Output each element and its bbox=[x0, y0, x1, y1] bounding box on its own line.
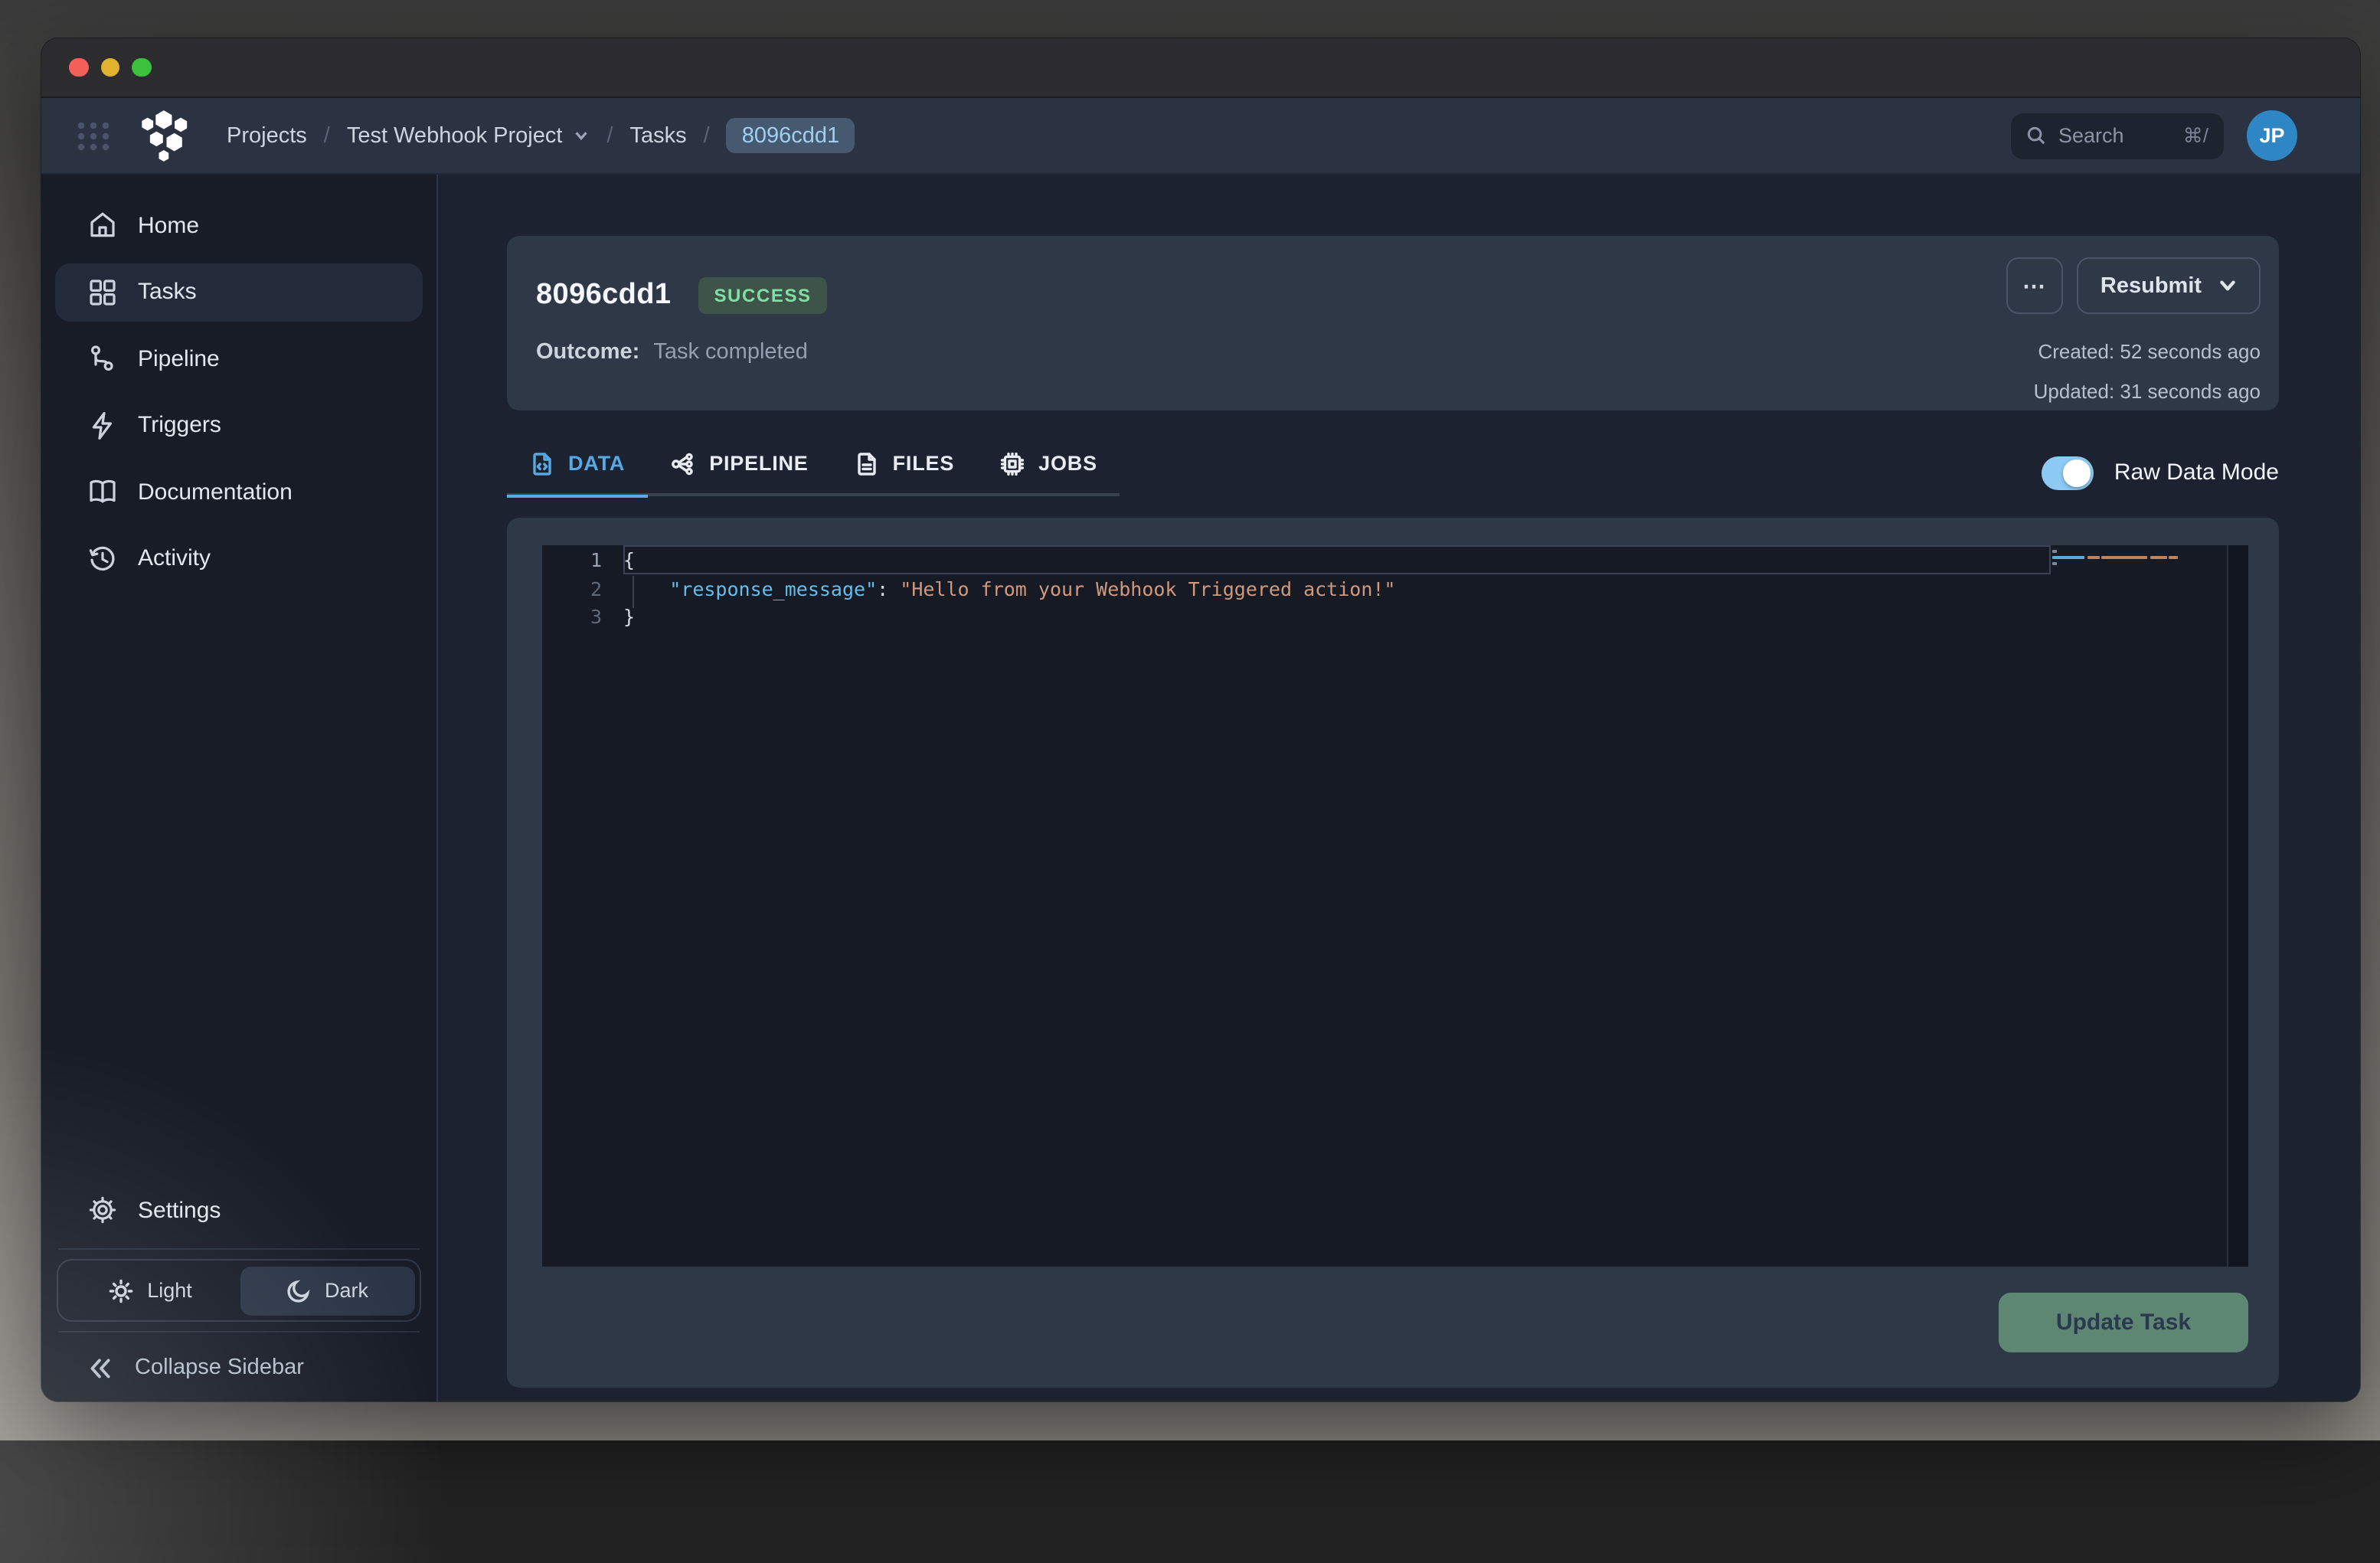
breadcrumb-separator: / bbox=[323, 123, 330, 148]
hex-cluster-logo-icon[interactable] bbox=[138, 108, 193, 163]
sidebar-item-label: Documentation bbox=[138, 479, 293, 505]
app-grid-icon[interactable] bbox=[75, 117, 112, 154]
editor-scrollbar[interactable] bbox=[2227, 545, 2248, 1267]
editor-minimap[interactable] bbox=[2048, 545, 2227, 1267]
code-line: { bbox=[623, 548, 636, 571]
updated-timestamp: Updated: 31 seconds ago bbox=[2033, 380, 2261, 403]
breadcrumb-separator: / bbox=[703, 123, 710, 148]
theme-dark-label: Dark bbox=[324, 1279, 368, 1302]
tab-label: DATA bbox=[568, 452, 626, 476]
sun-icon bbox=[109, 1278, 133, 1303]
task-header-card: 8096cdd1 SUCCESS Outcome: Task completed… bbox=[507, 236, 2279, 410]
search-box[interactable]: ⌘/ bbox=[2011, 113, 2224, 159]
cpu-chip-icon bbox=[1001, 452, 1025, 476]
sidebar-item-activity[interactable]: Activity bbox=[55, 529, 423, 587]
theme-light-label: Light bbox=[147, 1279, 192, 1302]
search-shortcut: ⌘/ bbox=[2182, 123, 2208, 146]
json-code-editor[interactable]: 1 2 3 { "response_message": "Hello from … bbox=[542, 545, 2248, 1267]
home-icon bbox=[90, 212, 115, 237]
outcome-label: Outcome: bbox=[536, 340, 640, 365]
toggle-knob bbox=[2063, 459, 2091, 486]
window-titlebar bbox=[41, 38, 2360, 98]
main-content: 8096cdd1 SUCCESS Outcome: Task completed… bbox=[438, 175, 2360, 1401]
tab-label: PIPELINE bbox=[709, 452, 809, 476]
theme-light-button[interactable]: Light bbox=[64, 1266, 237, 1315]
close-button[interactable] bbox=[69, 57, 88, 77]
sidebar-item-pipeline[interactable]: Pipeline bbox=[55, 329, 423, 387]
task-id-title: 8096cdd1 bbox=[536, 279, 672, 311]
sidebar-item-home[interactable]: Home bbox=[55, 196, 423, 254]
chevron-down-icon bbox=[575, 132, 588, 141]
sidebar-item-documentation[interactable]: Documentation bbox=[55, 463, 423, 521]
chevron-down-icon bbox=[2219, 280, 2235, 291]
tab-jobs[interactable]: JOBS bbox=[977, 446, 1120, 497]
collapse-sidebar-label: Collapse Sidebar bbox=[135, 1355, 304, 1380]
theme-dark-button[interactable]: Dark bbox=[240, 1266, 414, 1315]
line-number: 3 bbox=[590, 605, 602, 628]
top-nav: Projects / Test Webhook Project / Tasks … bbox=[41, 98, 2360, 175]
tab-label: FILES bbox=[892, 452, 955, 476]
divider bbox=[58, 1331, 420, 1332]
task-timestamps: Created: 52 seconds ago Updated: 31 seco… bbox=[2034, 332, 2261, 412]
resubmit-label: Resubmit bbox=[2100, 273, 2202, 298]
app-window: Projects / Test Webhook Project / Tasks … bbox=[41, 38, 2360, 1401]
breadcrumb-projects[interactable]: Projects bbox=[227, 123, 307, 148]
raw-data-mode-toggle[interactable] bbox=[2042, 456, 2094, 490]
pipeline-icon bbox=[90, 345, 113, 371]
sidebar-item-tasks[interactable]: Tasks bbox=[55, 263, 423, 321]
outcome-value: Task completed bbox=[653, 340, 808, 365]
breadcrumb-tasks[interactable]: Tasks bbox=[629, 123, 686, 148]
minimize-button[interactable] bbox=[100, 57, 119, 77]
tab-data[interactable]: DATA bbox=[507, 446, 649, 497]
sidebar-item-triggers[interactable]: Triggers bbox=[55, 396, 423, 454]
line-number: 2 bbox=[590, 577, 602, 600]
grid-2x2-icon bbox=[90, 279, 116, 305]
sidebar-item-label: Tasks bbox=[138, 279, 197, 305]
more-actions-button[interactable]: ⋯ bbox=[2006, 257, 2063, 314]
desktop-backdrop: Projects / Test Webhook Project / Tasks … bbox=[0, 0, 2380, 1563]
tab-files[interactable]: FILES bbox=[832, 446, 978, 497]
code-line: } bbox=[623, 605, 636, 628]
history-clock-icon bbox=[89, 545, 115, 570]
search-icon bbox=[2027, 126, 2045, 145]
sidebar-item-label: Activity bbox=[138, 545, 211, 571]
moon-icon bbox=[287, 1279, 310, 1302]
sidebar-item-settings[interactable]: Settings bbox=[55, 1181, 423, 1239]
resubmit-button[interactable]: Resubmit bbox=[2077, 257, 2261, 314]
sidebar-item-label: Pipeline bbox=[138, 345, 220, 371]
created-timestamp: Created: 52 seconds ago bbox=[2038, 340, 2261, 363]
sidebar-item-label: Settings bbox=[138, 1197, 221, 1223]
editor-gutter: 1 2 3 bbox=[542, 545, 623, 1267]
collapse-sidebar-button[interactable]: Collapse Sidebar bbox=[55, 1343, 423, 1392]
status-badge: SUCCESS bbox=[698, 277, 827, 314]
line-number: 1 bbox=[590, 548, 602, 571]
open-book-icon bbox=[90, 479, 116, 503]
raw-data-mode-label: Raw Data Mode bbox=[2114, 459, 2279, 486]
editor-code-area[interactable]: { "response_message": "Hello from your W… bbox=[623, 545, 2051, 1267]
file-code-icon bbox=[533, 452, 551, 476]
file-icon bbox=[857, 452, 876, 476]
theme-toggle: Light Dark bbox=[57, 1259, 421, 1322]
user-avatar[interactable]: JP bbox=[2247, 110, 2297, 161]
breadcrumb-task-id-badge[interactable]: 8096cdd1 bbox=[726, 118, 855, 153]
sidebar-item-label: Home bbox=[138, 212, 200, 238]
sidebar-item-label: Triggers bbox=[138, 412, 221, 438]
tab-label: JOBS bbox=[1038, 452, 1097, 476]
breadcrumb-project-switcher[interactable]: Test Webhook Project bbox=[347, 123, 590, 148]
data-editor-card: 1 2 3 { "response_message": "Hello from … bbox=[507, 518, 2279, 1388]
search-input[interactable] bbox=[2058, 124, 2171, 147]
breadcrumb: Projects / Test Webhook Project / Tasks … bbox=[227, 118, 855, 153]
code-line: "response_message": "Hello from your Web… bbox=[669, 577, 1396, 600]
tab-pipeline[interactable]: PIPELINE bbox=[648, 446, 831, 497]
zoom-button[interactable] bbox=[132, 57, 151, 77]
hub-branches-icon bbox=[672, 453, 693, 475]
lightning-bolt-icon bbox=[92, 411, 112, 439]
gear-icon bbox=[89, 1196, 116, 1224]
update-task-button[interactable]: Update Task bbox=[1999, 1292, 2248, 1352]
breadcrumb-separator: / bbox=[606, 123, 613, 148]
divider bbox=[58, 1248, 420, 1250]
double-chevron-left-icon bbox=[90, 1358, 110, 1378]
tab-strip: DATA PIPELINE FILES JOBS bbox=[507, 446, 1120, 497]
sidebar: Home Tasks Pipeline Triggers Documentati… bbox=[41, 175, 438, 1401]
